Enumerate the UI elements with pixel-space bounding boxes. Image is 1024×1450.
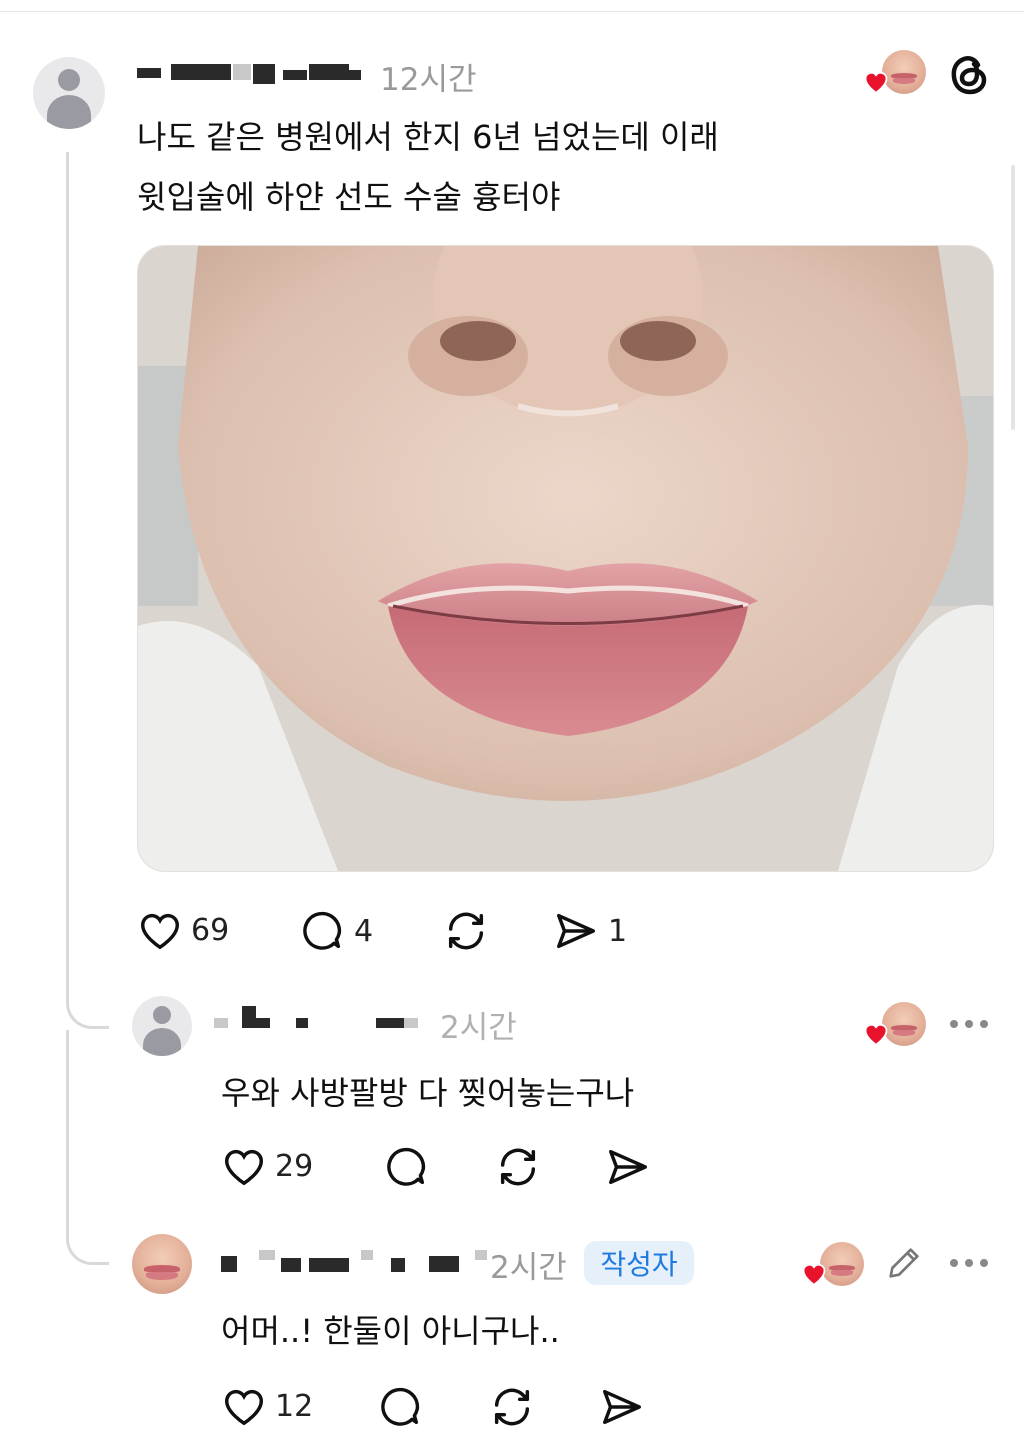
like-button[interactable]: 29 xyxy=(221,1144,313,1188)
more-icon[interactable] xyxy=(950,1020,988,1028)
share-count: 1 xyxy=(608,913,628,949)
repost-icon xyxy=(494,1388,530,1426)
avatar[interactable] xyxy=(33,57,105,129)
scrollbar[interactable] xyxy=(1011,165,1015,430)
avatar[interactable] xyxy=(132,996,192,1056)
thread-connector-curve xyxy=(66,1030,109,1265)
reply-text: 어머..! 한둘이 아니구나.. xyxy=(221,1312,560,1350)
repost-button[interactable] xyxy=(494,1144,542,1190)
like-button[interactable]: 12 xyxy=(221,1384,313,1428)
post-time: 12시간 xyxy=(380,62,477,98)
comment-button[interactable] xyxy=(384,1144,430,1190)
like-count: 12 xyxy=(275,1388,314,1424)
repost-button[interactable] xyxy=(442,908,490,954)
comment-button[interactable] xyxy=(378,1384,424,1430)
liked-by-author-badge xyxy=(862,1002,928,1048)
liked-heart-icon xyxy=(802,1263,826,1286)
comment-icon xyxy=(303,911,342,950)
edit-pencil-icon[interactable] xyxy=(884,1243,924,1283)
liked-heart-icon xyxy=(864,71,888,94)
username-redacted[interactable] xyxy=(214,1006,450,1036)
more-icon[interactable] xyxy=(950,1259,988,1267)
liked-by-author-badge xyxy=(862,50,928,96)
thread-connector-line xyxy=(66,152,69,992)
send-icon xyxy=(557,913,595,949)
repost-button[interactable] xyxy=(488,1384,536,1430)
post-text-line: 윗입술에 하얀 선도 수술 흉터야 xyxy=(137,178,561,216)
heart-icon xyxy=(141,913,179,950)
share-button[interactable] xyxy=(598,1384,646,1430)
post-time: 2시간 xyxy=(490,1250,567,1286)
username-redacted[interactable] xyxy=(137,60,367,90)
like-count: 69 xyxy=(191,912,230,948)
top-divider xyxy=(0,11,1024,12)
share-button[interactable]: 1 xyxy=(552,908,627,954)
repost-icon xyxy=(500,1148,536,1186)
share-button[interactable] xyxy=(604,1144,652,1190)
heart-icon xyxy=(225,1389,263,1426)
comment-button[interactable]: 4 xyxy=(300,908,373,954)
comment-count: 4 xyxy=(354,913,374,949)
liked-heart-icon xyxy=(864,1023,888,1046)
comment-icon xyxy=(381,1387,420,1426)
comment-icon xyxy=(387,1147,426,1186)
heart-icon xyxy=(225,1149,263,1186)
like-count: 29 xyxy=(275,1148,314,1184)
username-redacted[interactable] xyxy=(221,1248,491,1278)
threads-logo-icon[interactable] xyxy=(946,50,990,98)
author-badge: 작성자 xyxy=(584,1241,694,1285)
send-icon xyxy=(603,1389,641,1425)
reply-text: 우와 사방팔방 다 찢어놓는구나 xyxy=(221,1074,635,1112)
post-text-line: 나도 같은 병원에서 한지 6년 넘었는데 이래 xyxy=(137,118,719,156)
send-icon xyxy=(609,1149,647,1185)
repost-icon xyxy=(448,912,484,950)
thread-connector-curve xyxy=(66,990,109,1029)
post-time: 2시간 xyxy=(440,1010,517,1046)
like-button[interactable]: 69 xyxy=(137,908,229,952)
liked-by-author-badge xyxy=(800,1242,866,1288)
post-image[interactable] xyxy=(137,245,994,872)
avatar[interactable] xyxy=(132,1234,192,1294)
